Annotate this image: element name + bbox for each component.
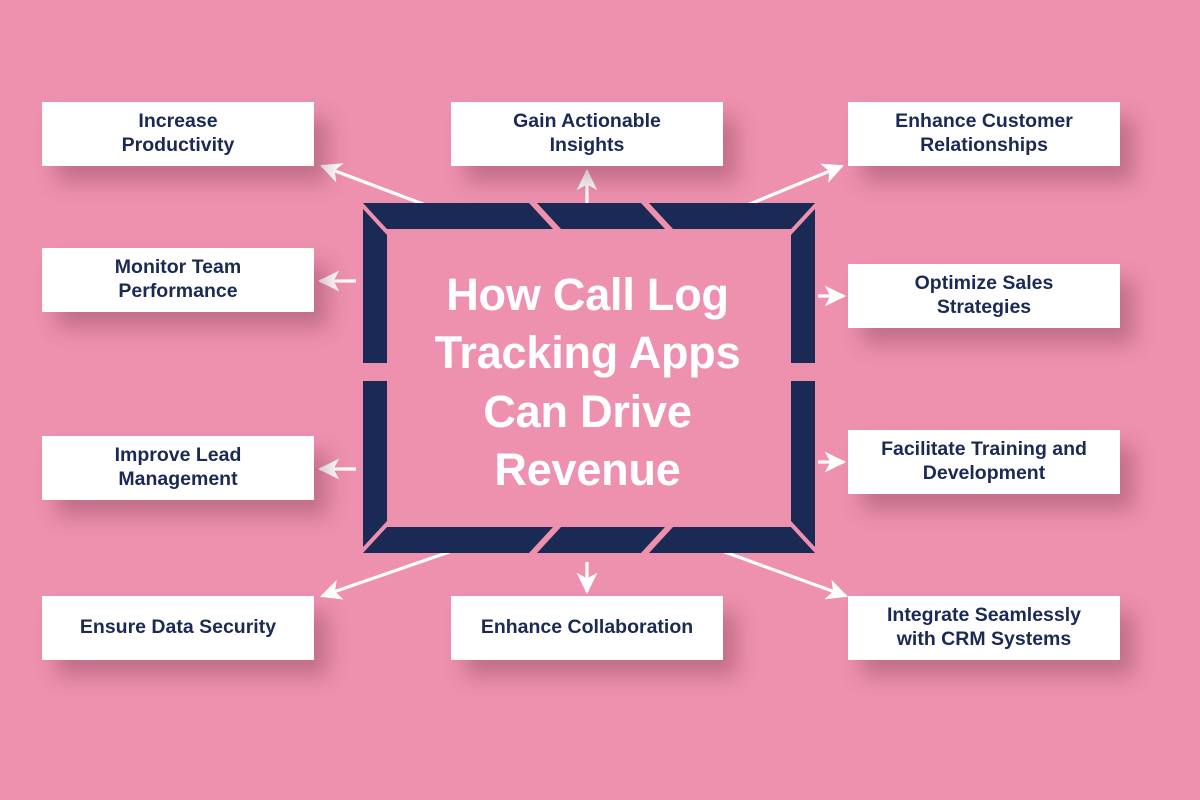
node-improve-lead-management[interactable]: Improve Lead Management bbox=[42, 436, 314, 500]
node-label-improve-lead-management: Improve Lead Management bbox=[114, 444, 242, 490]
node-ensure-data-security[interactable]: Ensure Data Security bbox=[42, 596, 314, 660]
center-title-text: How Call Log Tracking Apps Can Drive Rev… bbox=[434, 268, 741, 496]
node-label-enhance-collaboration: Enhance Collaboration bbox=[480, 616, 694, 639]
node-facilitate-training-and-development[interactable]: Facilitate Training and Development bbox=[848, 430, 1120, 494]
node-label-gain-actionable-insights: Gain Actionable Insights bbox=[513, 110, 661, 156]
node-label-integrate-seamlessly-with-crm-systems: Integrate Seamlessly with CRM Systems bbox=[886, 604, 1082, 650]
node-increase-productivity[interactable]: Increase Productivity bbox=[42, 102, 314, 166]
node-enhance-collaboration[interactable]: Enhance Collaboration bbox=[451, 596, 723, 660]
node-enhance-customer-relationships[interactable]: Enhance Customer Relationships bbox=[848, 102, 1120, 166]
node-label-ensure-data-security: Ensure Data Security bbox=[79, 616, 277, 639]
node-gain-actionable-insights[interactable]: Gain Actionable Insights bbox=[451, 102, 723, 166]
node-optimize-sales-strategies[interactable]: Optimize Sales Strategies bbox=[848, 264, 1120, 328]
node-label-increase-productivity: Increase Productivity bbox=[121, 110, 235, 156]
node-label-monitor-team-performance: Monitor Team Performance bbox=[114, 256, 242, 302]
node-integrate-seamlessly-with-crm-systems[interactable]: Integrate Seamlessly with CRM Systems bbox=[848, 596, 1120, 660]
node-label-optimize-sales-strategies: Optimize Sales Strategies bbox=[914, 272, 1054, 318]
node-label-enhance-customer-relationships: Enhance Customer Relationships bbox=[895, 110, 1073, 156]
center-title: How Call Log Tracking Apps Can Drive Rev… bbox=[363, 203, 812, 562]
center-frame: How Call Log Tracking Apps Can Drive Rev… bbox=[363, 203, 815, 562]
infographic-canvas: How Call Log Tracking Apps Can Drive Rev… bbox=[0, 0, 1200, 800]
node-label-facilitate-training-and-development: Facilitate Training and Development bbox=[881, 438, 1087, 484]
node-monitor-team-performance[interactable]: Monitor Team Performance bbox=[42, 248, 314, 312]
